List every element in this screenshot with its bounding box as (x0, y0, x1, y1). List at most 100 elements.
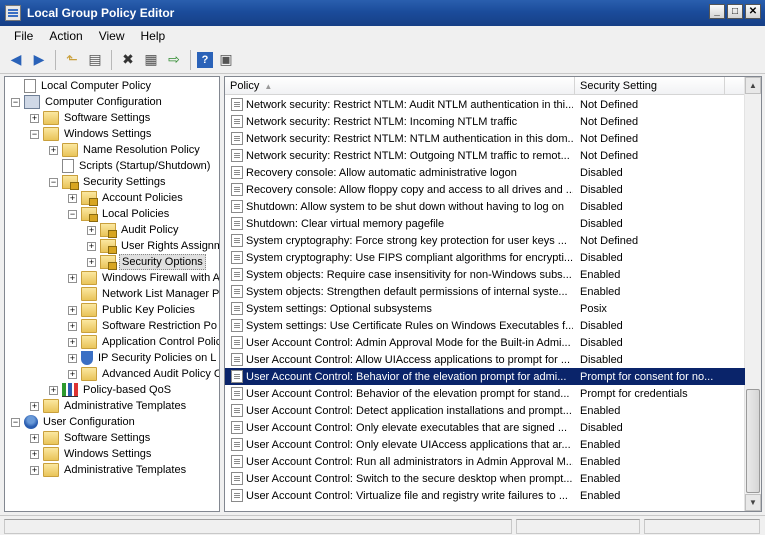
tree-node[interactable]: + Application Control Polic (68, 334, 219, 350)
tree-node[interactable]: + Public Key Policies (68, 302, 197, 318)
policy-row[interactable]: User Account Control: Admin Approval Mod… (225, 334, 745, 351)
minimize-button[interactable]: _ (709, 4, 725, 19)
scroll-down-button[interactable]: ▼ (745, 494, 761, 511)
expand-icon[interactable]: + (68, 321, 77, 331)
expand-icon[interactable]: + (68, 353, 77, 363)
folder-icon (43, 431, 59, 445)
menu-action[interactable]: Action (41, 29, 90, 43)
expand-icon[interactable]: + (68, 337, 77, 347)
vertical-scrollbar[interactable]: ▲ ▼ (744, 77, 761, 511)
policy-row[interactable]: Network security: Restrict NTLM: NTLM au… (225, 130, 745, 147)
policy-row[interactable]: Recovery console: Allow floppy copy and … (225, 181, 745, 198)
policy-row[interactable]: System cryptography: Use FIPS compliant … (225, 249, 745, 266)
expand-icon[interactable]: + (30, 449, 39, 459)
tree-node[interactable]: + Administrative Templates (30, 398, 188, 414)
expand-icon[interactable]: + (87, 241, 96, 251)
tree-node[interactable]: + Windows Settings (30, 446, 153, 462)
tree-node[interactable]: + Administrative Templates (30, 462, 188, 478)
expand-icon[interactable]: + (68, 305, 77, 315)
policy-cell: Shutdown: Clear virtual memory pagefile (225, 217, 575, 230)
delete-icon[interactable]: ✖ (118, 50, 138, 70)
policy-row[interactable]: User Account Control: Detect application… (225, 402, 745, 419)
forward-icon[interactable]: ▶ (29, 50, 49, 70)
tree-node[interactable]: + Advanced Audit Policy C (68, 366, 220, 382)
tree-node[interactable]: − Computer Configuration (11, 94, 164, 110)
scroll-up-button[interactable]: ▲ (745, 77, 761, 94)
tree-node[interactable]: + Software Settings (30, 430, 152, 446)
tree-node[interactable]: + Security Options (87, 254, 206, 270)
policy-row[interactable]: Shutdown: Clear virtual memory pagefile D… (225, 215, 745, 232)
policy-row[interactable]: User Account Control: Behavior of the el… (225, 368, 745, 385)
expand-icon[interactable]: + (49, 385, 58, 395)
expand-icon[interactable]: + (68, 193, 77, 203)
tree-node[interactable]: + Policy-based QoS (49, 382, 173, 398)
export-icon[interactable]: ⇨ (164, 50, 184, 70)
collapse-icon[interactable]: − (11, 97, 20, 107)
expand-icon[interactable]: + (49, 145, 58, 155)
tree-node[interactable]: Local Computer Policy (11, 78, 153, 94)
expand-icon[interactable]: + (30, 113, 39, 123)
menu-view[interactable]: View (91, 29, 133, 43)
maximize-button[interactable]: □ (727, 4, 743, 19)
expand-icon[interactable]: + (30, 433, 39, 443)
up-icon[interactable]: ⬑ (62, 50, 82, 70)
show-hide-tree-icon[interactable]: ▤ (85, 50, 105, 70)
policy-row[interactable]: User Account Control: Switch to the secu… (225, 470, 745, 487)
tree-node[interactable]: + Name Resolution Policy (49, 142, 202, 158)
show-hide-action-pane-icon[interactable]: ▣ (216, 50, 236, 70)
policy-row[interactable]: Network security: Restrict NTLM: Incomin… (225, 113, 745, 130)
tree-node[interactable]: Scripts (Startup/Shutdown) (49, 158, 212, 174)
expand-icon[interactable]: + (87, 225, 96, 235)
help-icon[interactable]: ? (197, 51, 213, 68)
policy-row[interactable]: User Account Control: Only elevate UIAcc… (225, 436, 745, 453)
policy-list[interactable]: Policy ▲ Security Setting ▲ ▼ Network sec… (224, 76, 762, 512)
tree-node[interactable]: + Windows Firewall with A (68, 270, 219, 286)
policy-row[interactable]: User Account Control: Allow UIAccess app… (225, 351, 745, 368)
tree-node[interactable]: − Local Policies (68, 206, 171, 222)
tree-node[interactable]: − Windows Settings (30, 126, 153, 142)
tree-node[interactable]: − User Configuration (11, 414, 137, 430)
policy-row[interactable]: Shutdown: Allow system to be shut down w… (225, 198, 745, 215)
policy-row[interactable]: User Account Control: Only elevate execu… (225, 419, 745, 436)
collapse-icon[interactable]: − (11, 417, 20, 427)
policy-row[interactable]: System objects: Require case insensitivi… (225, 266, 745, 283)
tree-node[interactable]: + IP Security Policies on L (68, 350, 218, 366)
tree-node-label: Advanced Audit Policy C (102, 368, 220, 380)
column-header-security-setting[interactable]: Security Setting (575, 77, 725, 95)
menu-help[interactable]: Help (133, 29, 174, 43)
policy-row[interactable]: System cryptography: Force strong key pr… (225, 232, 745, 249)
policy-row[interactable]: System objects: Strengthen default permi… (225, 283, 745, 300)
tree-node[interactable]: + Software Restriction Po (68, 318, 219, 334)
menu-file[interactable]: File (6, 29, 41, 43)
column-header-policy[interactable]: Policy ▲ (225, 77, 575, 95)
tree-node[interactable]: + Audit Policy (87, 222, 180, 238)
policy-row[interactable]: User Account Control: Behavior of the el… (225, 385, 745, 402)
scroll-thumb[interactable] (746, 389, 760, 493)
policy-row[interactable]: User Account Control: Virtualize file an… (225, 487, 745, 504)
properties-icon[interactable]: ▦ (141, 50, 161, 70)
tree-node[interactable]: − Security Settings (49, 174, 168, 190)
policy-row[interactable]: System settings: Optional subsystems Posi… (225, 300, 745, 317)
collapse-icon[interactable]: − (68, 209, 77, 219)
console-tree[interactable]: Local Computer Policy − Computer Configura… (4, 76, 220, 512)
tree-node-label: Windows Settings (64, 448, 152, 460)
title-bar: Local Group Policy Editor _ □ ✕ (0, 0, 765, 26)
collapse-icon[interactable]: − (30, 129, 39, 139)
close-button[interactable]: ✕ (745, 4, 761, 19)
expand-icon[interactable]: + (30, 465, 39, 475)
expand-icon[interactable]: + (87, 257, 96, 267)
tree-node[interactable]: + User Rights Assignm (87, 238, 219, 254)
policy-row[interactable]: System settings: Use Certificate Rules o… (225, 317, 745, 334)
policy-row[interactable]: User Account Control: Run all administra… (225, 453, 745, 470)
tree-node[interactable]: Network List Manager P (68, 286, 219, 302)
collapse-icon[interactable]: − (49, 177, 58, 187)
expand-icon[interactable]: + (68, 273, 77, 283)
tree-node[interactable]: + Account Policies (68, 190, 185, 206)
back-icon[interactable]: ◀ (6, 50, 26, 70)
policy-row[interactable]: Network security: Restrict NTLM: Outgoin… (225, 147, 745, 164)
policy-row[interactable]: Network security: Restrict NTLM: Audit N… (225, 96, 745, 113)
policy-row[interactable]: Recovery console: Allow automatic admini… (225, 164, 745, 181)
tree-node[interactable]: + Software Settings (30, 110, 152, 126)
expand-icon[interactable]: + (30, 401, 39, 411)
expand-icon[interactable]: + (68, 369, 77, 379)
